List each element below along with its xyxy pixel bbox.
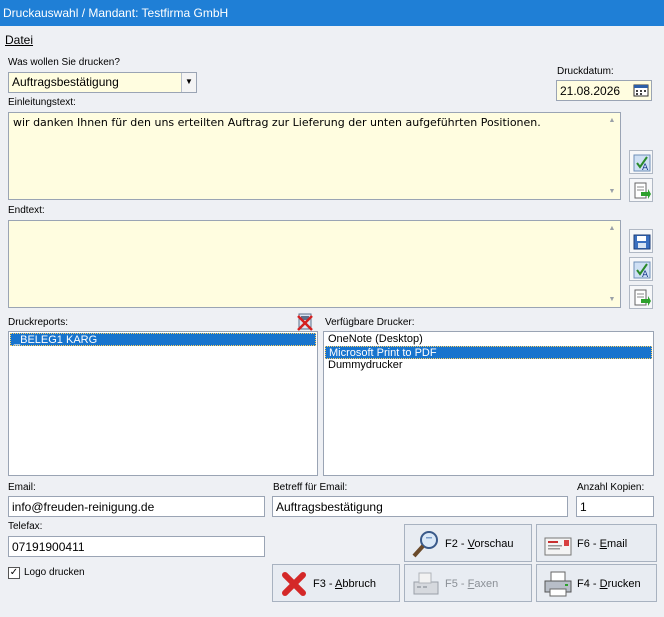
spellcheck-icon: A	[633, 261, 651, 279]
window-title: Druckauswahl / Mandant: Testfirma GmbH	[0, 0, 664, 26]
intro-textarea[interactable]: wir danken Ihnen für den uns erteilten A…	[8, 112, 621, 200]
insert-text-icon	[634, 289, 651, 306]
end-save-button[interactable]	[629, 229, 653, 253]
print-button-label: F4 - Drucken	[577, 578, 641, 590]
spellcheck-icon: A	[633, 154, 651, 172]
end-insert-button[interactable]	[629, 285, 653, 309]
end-text-label: Endtext:	[8, 205, 45, 216]
printers-list[interactable]: OneNote (Desktop) Microsoft Print to PDF…	[323, 331, 654, 476]
scroll-up-icon[interactable]: ▲	[604, 225, 620, 232]
intro-text-value: wir danken Ihnen für den uns erteilten A…	[13, 116, 541, 129]
fax-icon	[413, 572, 439, 595]
end-textarea[interactable]: ▲ ▼	[8, 220, 621, 308]
delete-report-icon[interactable]	[296, 313, 314, 331]
intro-scrollbar[interactable]: ▲ ▼	[604, 113, 620, 199]
email-label: Email:	[8, 482, 36, 493]
scroll-down-icon[interactable]: ▼	[604, 188, 620, 195]
chevron-down-icon[interactable]: ▼	[181, 73, 196, 92]
intro-spellcheck-button[interactable]: A	[629, 150, 653, 174]
close-icon	[282, 572, 306, 596]
insert-text-icon	[634, 182, 651, 199]
list-item[interactable]: _BELEG1 KARG	[10, 333, 316, 346]
save-icon	[633, 234, 651, 250]
menu-datei[interactable]: Datei	[5, 33, 33, 47]
preview-button[interactable]: F2 - Vorschau	[404, 524, 532, 562]
end-scrollbar[interactable]: ▲ ▼	[604, 221, 620, 307]
svg-text:A: A	[642, 270, 649, 279]
copies-value: 1	[580, 500, 587, 514]
printer-icon	[544, 571, 572, 597]
list-item[interactable]: Dummydrucker	[325, 359, 652, 372]
logo-checkbox[interactable]: ✓	[8, 567, 20, 579]
email-field[interactable]: info@freuden-reinigung.de	[8, 496, 265, 517]
copies-label: Anzahl Kopien:	[577, 482, 645, 493]
fax-button[interactable]: F5 - Faxen	[404, 564, 532, 602]
fax-button-label: F5 - Faxen	[445, 578, 499, 590]
intro-text-label: Einleitungstext:	[8, 97, 76, 108]
print-date-value: 21.08.2026	[560, 84, 621, 98]
menu-bar: Datei	[0, 30, 664, 50]
envelope-icon	[544, 537, 572, 556]
end-spellcheck-button[interactable]: A	[629, 257, 653, 281]
cancel-button[interactable]: F3 - Abbruch	[272, 564, 400, 602]
print-type-value: Auftragsbestätigung	[12, 75, 119, 89]
printers-label: Verfügbare Drucker:	[325, 317, 415, 328]
subject-label: Betreff für Email:	[273, 482, 348, 493]
list-item[interactable]: OneNote (Desktop)	[325, 333, 652, 346]
preview-button-label: F2 - Vorschau	[445, 538, 514, 550]
reports-list[interactable]: _BELEG1 KARG	[8, 331, 318, 476]
magnifier-icon	[412, 531, 438, 558]
logo-checkbox-label: Logo drucken	[24, 567, 85, 578]
fax-label: Telefax:	[8, 521, 43, 532]
subject-field[interactable]: Auftragsbestätigung	[272, 496, 568, 517]
reports-label: Druckreports:	[8, 317, 69, 328]
print-type-select[interactable]: Auftragsbestätigung ▼	[8, 72, 197, 93]
print-date-label: Druckdatum:	[557, 66, 614, 77]
email-button-label: F6 - Email	[577, 538, 628, 550]
intro-insert-button[interactable]	[629, 178, 653, 202]
print-type-label: Was wollen Sie drucken?	[8, 57, 120, 68]
list-item[interactable]: Microsoft Print to PDF	[325, 346, 652, 359]
email-button[interactable]: F6 - Email	[536, 524, 657, 562]
svg-text:A: A	[642, 163, 649, 172]
print-button[interactable]: F4 - Drucken	[536, 564, 657, 602]
scroll-up-icon[interactable]: ▲	[604, 117, 620, 124]
calendar-icon[interactable]	[633, 83, 649, 97]
email-value: info@freuden-reinigung.de	[12, 500, 155, 514]
copies-field[interactable]: 1	[576, 496, 654, 517]
subject-value: Auftragsbestätigung	[276, 500, 383, 514]
scroll-down-icon[interactable]: ▼	[604, 296, 620, 303]
cancel-button-label: F3 - Abbruch	[313, 578, 376, 590]
fax-value: 07191900411	[12, 540, 85, 554]
fax-field[interactable]: 07191900411	[8, 536, 265, 557]
